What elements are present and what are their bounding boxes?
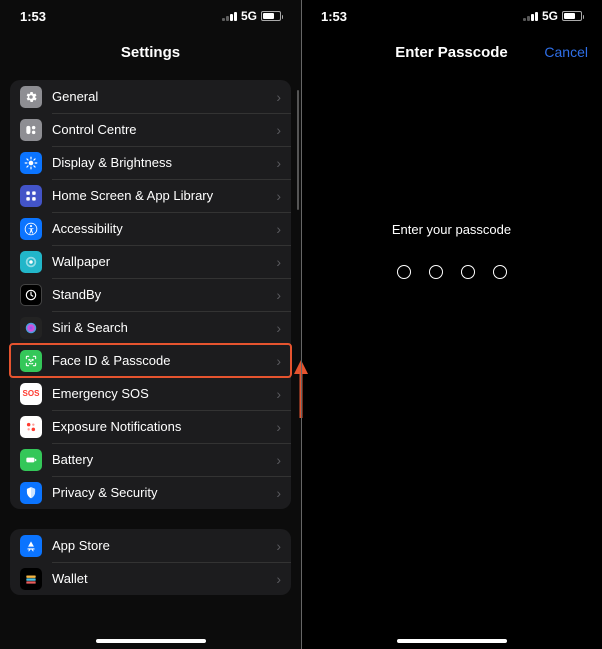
display-icon (20, 152, 42, 174)
chevron-right-icon: › (276, 89, 281, 105)
accessibility-icon (20, 218, 42, 240)
battery-icon (261, 11, 281, 21)
settings-row-exposure[interactable]: Exposure Notifications › (10, 410, 291, 443)
settings-row-wallet[interactable]: Wallet › (10, 562, 291, 595)
chevron-right-icon: › (276, 155, 281, 171)
row-label: Battery (52, 452, 272, 467)
settings-row-accessibility[interactable]: Accessibility › (10, 212, 291, 245)
settings-row-battery[interactable]: Battery › (10, 443, 291, 476)
row-label: StandBy (52, 287, 272, 302)
battery-icon (562, 11, 582, 21)
passcode-screen: 1:53 5G Enter Passcode Cancel Enter your… (301, 0, 602, 649)
passcode-dot (397, 265, 411, 279)
chevron-right-icon: › (276, 386, 281, 402)
signal-icon (222, 12, 237, 21)
battery-icon (20, 449, 42, 471)
settings-row-home-screen[interactable]: Home Screen & App Library › (10, 179, 291, 212)
settings-row-sos[interactable]: SOS Emergency SOS › (10, 377, 291, 410)
settings-row-privacy[interactable]: Privacy & Security › (10, 476, 291, 509)
appstore-icon (20, 535, 42, 557)
siri-icon (20, 317, 42, 339)
status-bar: 1:53 5G (301, 0, 602, 32)
network-label: 5G (542, 9, 558, 23)
settings-row-control-centre[interactable]: Control Centre › (10, 113, 291, 146)
privacy-icon (20, 482, 42, 504)
screenshot-divider (301, 0, 302, 649)
settings-screen: 1:53 5G Settings General › Control Centre ›… (0, 0, 301, 649)
wallpaper-icon (20, 251, 42, 273)
network-label: 5G (241, 9, 257, 23)
row-label: General (52, 89, 272, 104)
chevron-right-icon: › (276, 353, 281, 369)
row-label: Control Centre (52, 122, 272, 137)
chevron-right-icon: › (276, 419, 281, 435)
status-indicators: 5G (222, 9, 281, 23)
home-indicator[interactable] (397, 639, 507, 643)
general-icon (20, 86, 42, 108)
settings-row-standby[interactable]: StandBy › (10, 278, 291, 311)
row-label: Emergency SOS (52, 386, 272, 401)
settings-row-general[interactable]: General › (10, 80, 291, 113)
row-label: Home Screen & App Library (52, 188, 272, 203)
exposure-icon (20, 416, 42, 438)
settings-list[interactable]: General›Control Centre›Display & Brightn… (0, 72, 301, 649)
row-label: Display & Brightness (52, 155, 272, 170)
settings-group: App Store › Wallet › (10, 529, 291, 595)
status-indicators: 5G (523, 9, 582, 23)
settings-row-faceid[interactable]: Face ID & Passcode › (10, 344, 291, 377)
passcode-prompt: Enter your passcode (392, 222, 511, 237)
sos-icon: SOS (20, 383, 42, 405)
row-label: Siri & Search (52, 320, 272, 335)
passcode-dots (397, 265, 507, 279)
control-centre-icon (20, 119, 42, 141)
faceid-icon (20, 350, 42, 372)
settings-row-appstore[interactable]: App Store › (10, 529, 291, 562)
chevron-right-icon: › (276, 254, 281, 270)
passcode-navbar: Enter Passcode Cancel (301, 32, 602, 72)
page-title: Settings (121, 44, 180, 61)
page-title: Enter Passcode (395, 44, 508, 61)
chevron-right-icon: › (276, 221, 281, 237)
settings-row-siri[interactable]: Siri & Search › (10, 311, 291, 344)
passcode-dot (461, 265, 475, 279)
chevron-right-icon: › (276, 571, 281, 587)
home-indicator[interactable] (96, 639, 206, 643)
row-label: App Store (52, 538, 272, 553)
home-screen-icon (20, 185, 42, 207)
row-label: Privacy & Security (52, 485, 272, 500)
chevron-right-icon: › (276, 287, 281, 303)
settings-navbar: Settings (0, 32, 301, 72)
row-label: Wallpaper (52, 254, 272, 269)
chevron-right-icon: › (276, 485, 281, 501)
status-bar: 1:53 5G (0, 0, 301, 32)
status-time: 1:53 (20, 9, 46, 24)
passcode-dot (429, 265, 443, 279)
standby-icon (20, 284, 42, 306)
chevron-right-icon: › (276, 452, 281, 468)
settings-row-wallpaper[interactable]: Wallpaper › (10, 245, 291, 278)
row-label: Accessibility (52, 221, 272, 236)
scroll-indicator[interactable] (297, 90, 300, 210)
wallet-icon (20, 568, 42, 590)
row-label: Wallet (52, 571, 272, 586)
cancel-button[interactable]: Cancel (544, 44, 588, 60)
chevron-right-icon: › (276, 538, 281, 554)
passcode-entry-area: Enter your passcode (301, 72, 602, 649)
settings-row-display[interactable]: Display & Brightness › (10, 146, 291, 179)
chevron-right-icon: › (276, 122, 281, 138)
passcode-dot (493, 265, 507, 279)
row-label: Face ID & Passcode (52, 353, 272, 368)
chevron-right-icon: › (276, 320, 281, 336)
settings-group: General›Control Centre›Display & Brightn… (10, 80, 291, 509)
signal-icon (523, 12, 538, 21)
status-time: 1:53 (321, 9, 347, 24)
row-label: Exposure Notifications (52, 419, 272, 434)
chevron-right-icon: › (276, 188, 281, 204)
